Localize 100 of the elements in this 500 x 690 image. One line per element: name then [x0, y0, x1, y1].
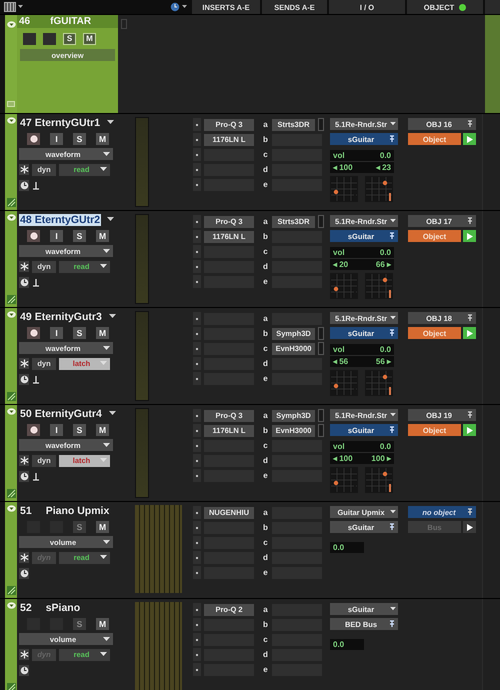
volume-value[interactable]: 0.0: [380, 345, 391, 354]
insert-slot-marker[interactable]: [193, 357, 201, 370]
track-toggle-button[interactable]: M: [96, 132, 109, 144]
insert-slot-marker[interactable]: [193, 163, 201, 176]
stick-icon[interactable]: [32, 375, 40, 384]
panner-grid-drawing[interactable]: [365, 273, 393, 299]
insert-slot-marker[interactable]: [193, 230, 201, 243]
insert-slot-marker[interactable]: [193, 648, 201, 661]
insert-slot-marker[interactable]: [193, 469, 201, 482]
volume-value[interactable]: 0.0: [330, 639, 364, 650]
snowflake-icon[interactable]: [19, 552, 29, 563]
insert-slot-marker[interactable]: [193, 260, 201, 273]
caret-icon[interactable]: [107, 217, 114, 222]
insert-slot-marker[interactable]: [193, 275, 201, 288]
record-button[interactable]: [27, 132, 40, 144]
track-toggle-button[interactable]: I: [50, 326, 63, 338]
snowflake-icon[interactable]: [19, 358, 29, 369]
clock-icon[interactable]: [19, 471, 29, 482]
insert-slot-marker[interactable]: [193, 633, 201, 646]
track-toggle-button[interactable]: S: [73, 424, 86, 436]
track-toggle-button[interactable]: S: [73, 132, 86, 144]
volume-value[interactable]: 0.0: [380, 151, 391, 160]
collapse-icon[interactable]: [6, 214, 16, 221]
collapse-icon[interactable]: [6, 21, 16, 28]
stick-icon[interactable]: [32, 181, 40, 190]
handle-icon[interactable]: [121, 19, 127, 29]
collapse-icon[interactable]: [6, 311, 16, 318]
track-toggle-button[interactable]: S: [73, 230, 86, 242]
clock-icon[interactable]: [19, 665, 29, 676]
resize-icon[interactable]: [6, 295, 16, 304]
insert-slot-marker[interactable]: [193, 133, 201, 146]
track-toggle-button[interactable]: M: [96, 326, 109, 338]
insert-slot-marker[interactable]: [193, 327, 201, 340]
pan-value[interactable]: 56 ▸: [376, 357, 391, 366]
insert-slot-marker[interactable]: [193, 506, 201, 519]
insert-slot-marker[interactable]: [193, 409, 201, 422]
volume-value[interactable]: 0.0: [380, 442, 391, 451]
track-toggle-button[interactable]: I: [50, 230, 63, 242]
clock-icon[interactable]: [19, 568, 29, 579]
pan-value[interactable]: ◂ 20: [333, 260, 348, 269]
stick-icon[interactable]: [32, 472, 40, 481]
insert-slot-marker[interactable]: [193, 439, 201, 452]
resize-icon[interactable]: [6, 489, 16, 498]
caret-icon[interactable]: [108, 314, 116, 319]
track-name-plate[interactable]: 47 EterntyGUtr1: [19, 116, 102, 128]
insert-slot-marker[interactable]: [193, 663, 201, 676]
insert-slot-marker[interactable]: [193, 521, 201, 534]
track-toggle-button[interactable]: M: [96, 520, 109, 532]
track-toggle-button[interactable]: M: [83, 32, 96, 44]
track-toggle-button[interactable]: M: [96, 618, 109, 630]
track-toggle-button[interactable]: I: [50, 132, 63, 144]
insert-slot-marker[interactable]: [193, 215, 201, 228]
snowflake-icon[interactable]: [19, 261, 29, 272]
track-toggle-button[interactable]: S: [63, 32, 76, 44]
insert-slot-marker[interactable]: [193, 148, 201, 161]
insert-slot-marker[interactable]: [193, 178, 201, 191]
snowflake-icon[interactable]: [19, 164, 29, 175]
track-name-plate[interactable]: 49 EternityGutr3: [19, 310, 103, 322]
panner-grid-drawing[interactable]: [365, 467, 393, 493]
collapse-icon[interactable]: [6, 117, 16, 124]
record-button[interactable]: [27, 326, 40, 338]
snowflake-icon[interactable]: [19, 649, 29, 660]
stick-icon[interactable]: [32, 278, 40, 287]
track-toggle-button[interactable]: I: [50, 424, 63, 436]
insert-slot-marker[interactable]: [193, 566, 201, 579]
resize-icon[interactable]: [6, 392, 16, 401]
track-name-plate[interactable]: 51 Piano Upmix: [19, 504, 121, 516]
collapse-icon[interactable]: [6, 602, 16, 609]
track-toggle-button[interactable]: M: [96, 424, 109, 436]
column-view-icon[interactable]: [4, 2, 24, 12]
resize-icon[interactable]: [6, 683, 16, 690]
insert-slot-marker[interactable]: [193, 342, 201, 355]
track-name-plate[interactable]: 50 EternityGutr4: [19, 408, 103, 420]
insert-slot-marker[interactable]: [193, 536, 201, 549]
insert-slot-marker[interactable]: [193, 118, 201, 131]
pan-value[interactable]: 100 ▸: [371, 454, 391, 463]
resize-icon[interactable]: [6, 198, 16, 207]
caret-icon[interactable]: [108, 411, 116, 416]
clock-icon[interactable]: [19, 180, 29, 191]
snowflake-icon[interactable]: [19, 455, 29, 466]
track-name[interactable]: fGUITAR: [50, 16, 92, 27]
pan-value[interactable]: ◂ 23: [376, 163, 391, 172]
track-toggle-button[interactable]: S: [73, 326, 86, 338]
insert-slot-marker[interactable]: [193, 603, 201, 616]
caret-icon[interactable]: [107, 120, 114, 125]
insert-slot-marker[interactable]: [193, 551, 201, 564]
clock-icon[interactable]: [170, 2, 190, 12]
play-button[interactable]: [463, 521, 476, 533]
pan-value[interactable]: ◂ 100: [333, 163, 353, 172]
clock-icon[interactable]: [19, 374, 29, 385]
insert-slot-marker[interactable]: [193, 454, 201, 467]
record-button[interactable]: [27, 424, 40, 436]
insert-slot-marker[interactable]: [193, 372, 201, 385]
track-toggle-button[interactable]: M: [96, 230, 109, 242]
panner-grid-drawing[interactable]: [365, 176, 393, 202]
collapse-icon[interactable]: [6, 505, 16, 512]
insert-slot-marker[interactable]: [193, 245, 201, 258]
insert-slot-marker[interactable]: [193, 618, 201, 631]
track-name-plate[interactable]: 52 sPiano: [19, 602, 121, 614]
volume-value[interactable]: 0.0: [330, 542, 364, 553]
